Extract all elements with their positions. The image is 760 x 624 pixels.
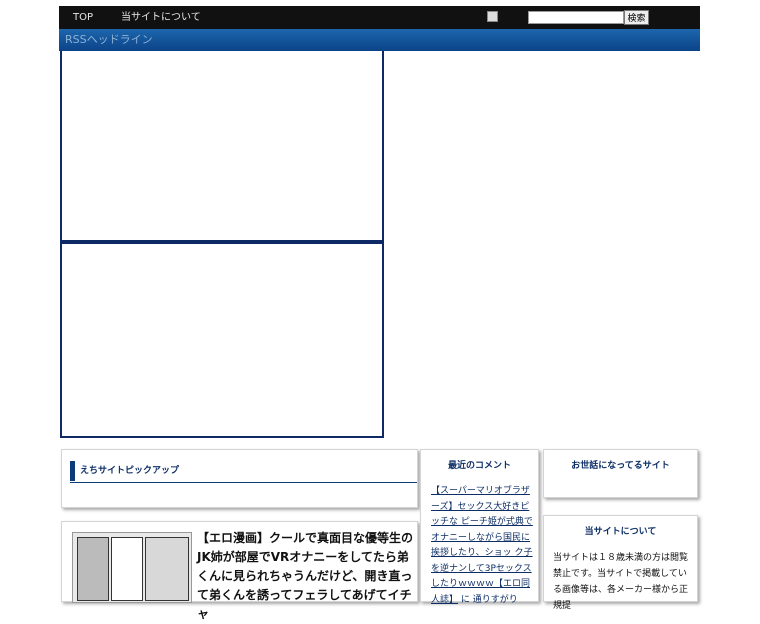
about-site-panel: 当サイトについて 当サイトは１８歳未満の方は閲覧禁止です。当サイトで掲載している… xyxy=(543,515,698,611)
thumbnail-panel xyxy=(77,537,109,601)
pickup-heading: えちサイトピックアップ xyxy=(70,461,179,481)
recent-comments-title: 最近のコメント xyxy=(447,461,511,471)
thumbnail-panel xyxy=(145,537,189,601)
about-site-title: 当サイトについて xyxy=(584,527,657,537)
rss-widget-frame-2 xyxy=(60,242,384,438)
search-button[interactable]: 検索 xyxy=(624,10,649,25)
rss-headline-title: RSSヘッドライン xyxy=(65,33,153,46)
partner-sites-title: お世話になってるサイト xyxy=(571,461,670,471)
search-input[interactable] xyxy=(528,11,624,24)
comment-entry: 【スーパーマリオブラザーズ】セックス大好きピッチな ピーチ姫が式典でオナニーしな… xyxy=(431,484,534,608)
pickup-panel: えちサイトピックアップ xyxy=(61,449,418,508)
pickup-divider xyxy=(70,482,417,483)
nav-top-link[interactable]: TOP xyxy=(73,6,93,29)
rss-widget-frame-1 xyxy=(60,51,384,242)
nav-about-link[interactable]: 当サイトについて xyxy=(121,6,201,29)
thumbnail-panel xyxy=(111,537,143,601)
partner-sites-panel: お世話になってるサイト xyxy=(543,449,698,498)
broken-image-icon xyxy=(487,11,498,22)
article-thumbnail[interactable] xyxy=(72,532,192,603)
comment-post-link[interactable]: 【スーパーマリオブラザーズ】セックス大好きピッチな ピーチ姫が式典でオナニーしな… xyxy=(431,486,533,605)
rss-headline-bar: RSSヘッドライン xyxy=(59,29,700,51)
article-card[interactable]: 【エロ漫画】クールで真面目な優等生のJK姉が部屋でVRオナニーをしてたら弟くんに… xyxy=(61,521,418,621)
about-site-text: 当サイトは１８歳未満の方は閲覧禁止です。当サイトで掲載している画像等は、各メーカ… xyxy=(553,553,689,611)
article-title-link[interactable]: 【エロ漫画】クールで真面目な優等生のJK姉が部屋でVRオナニーをしてたら弟くんに… xyxy=(197,529,415,624)
recent-comments-panel: 最近のコメント 【スーパーマリオブラザーズ】セックス大好きピッチな ピーチ姫が式… xyxy=(420,449,539,605)
top-navigation: TOP 当サイトについて 検索 xyxy=(59,6,700,29)
